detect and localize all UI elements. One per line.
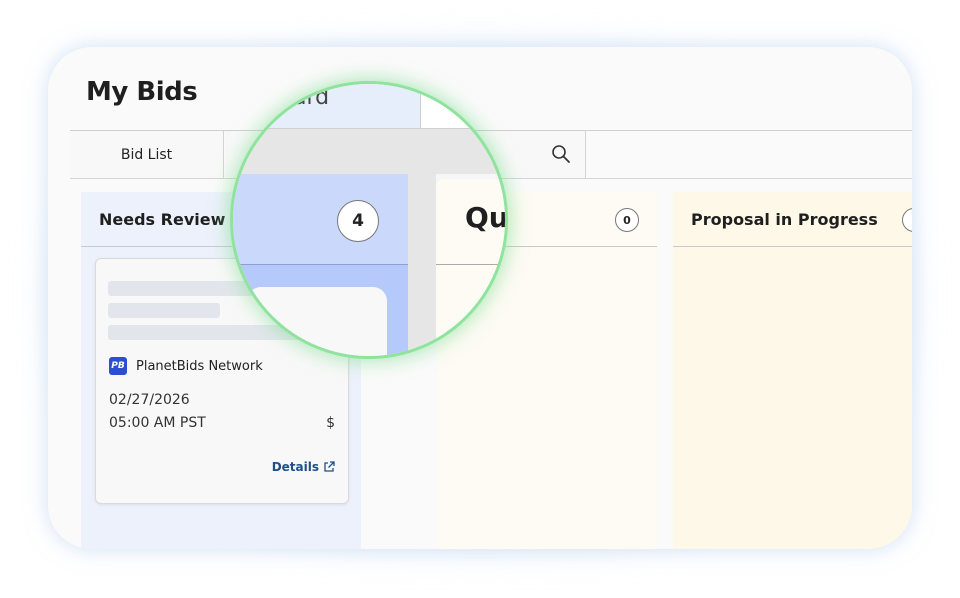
magnified-count-badge: 4: [337, 200, 379, 242]
column-title: Proposal in Progress: [691, 209, 878, 229]
column-header: Proposal in Progress: [673, 192, 912, 247]
bid-due-time: 05:00 AM PST: [109, 415, 206, 431]
page-title: My Bids: [86, 77, 198, 107]
bid-amount: $: [326, 415, 335, 431]
tab-board-label: ard: [293, 85, 330, 110]
tab-bid-list[interactable]: Bid List: [70, 131, 224, 178]
magnifier-lens: ard 4 Qu: [233, 84, 505, 356]
magnified-queue-title: Qu: [465, 201, 505, 234]
external-link-icon: [324, 461, 335, 472]
tab-board[interactable]: ard: [233, 84, 421, 128]
magnified-gap: [408, 174, 436, 356]
magnified-divider: [436, 264, 505, 265]
planetbids-logo-icon: PB: [109, 357, 127, 375]
count-badge: [902, 208, 912, 232]
count-badge: 0: [615, 208, 639, 232]
search-icon[interactable]: [551, 144, 571, 164]
details-label: Details: [271, 460, 319, 474]
column-proposal-in-progress: Proposal in Progress: [673, 192, 912, 549]
magnified-divider: [233, 264, 408, 265]
tab-bid-list-label: Bid List: [120, 146, 173, 163]
source-name: PlanetBids Network: [136, 358, 263, 374]
skeleton-line: [108, 303, 220, 318]
details-link[interactable]: Details: [272, 460, 335, 474]
column-title: Needs Review: [99, 209, 226, 229]
magnified-toolbar: [233, 128, 505, 174]
magnified-bid-card: [247, 287, 387, 356]
bid-source: PB PlanetBids Network: [109, 357, 263, 375]
bid-due-date: 02/27/2026: [109, 392, 190, 408]
magnified-header-area: [421, 84, 505, 128]
